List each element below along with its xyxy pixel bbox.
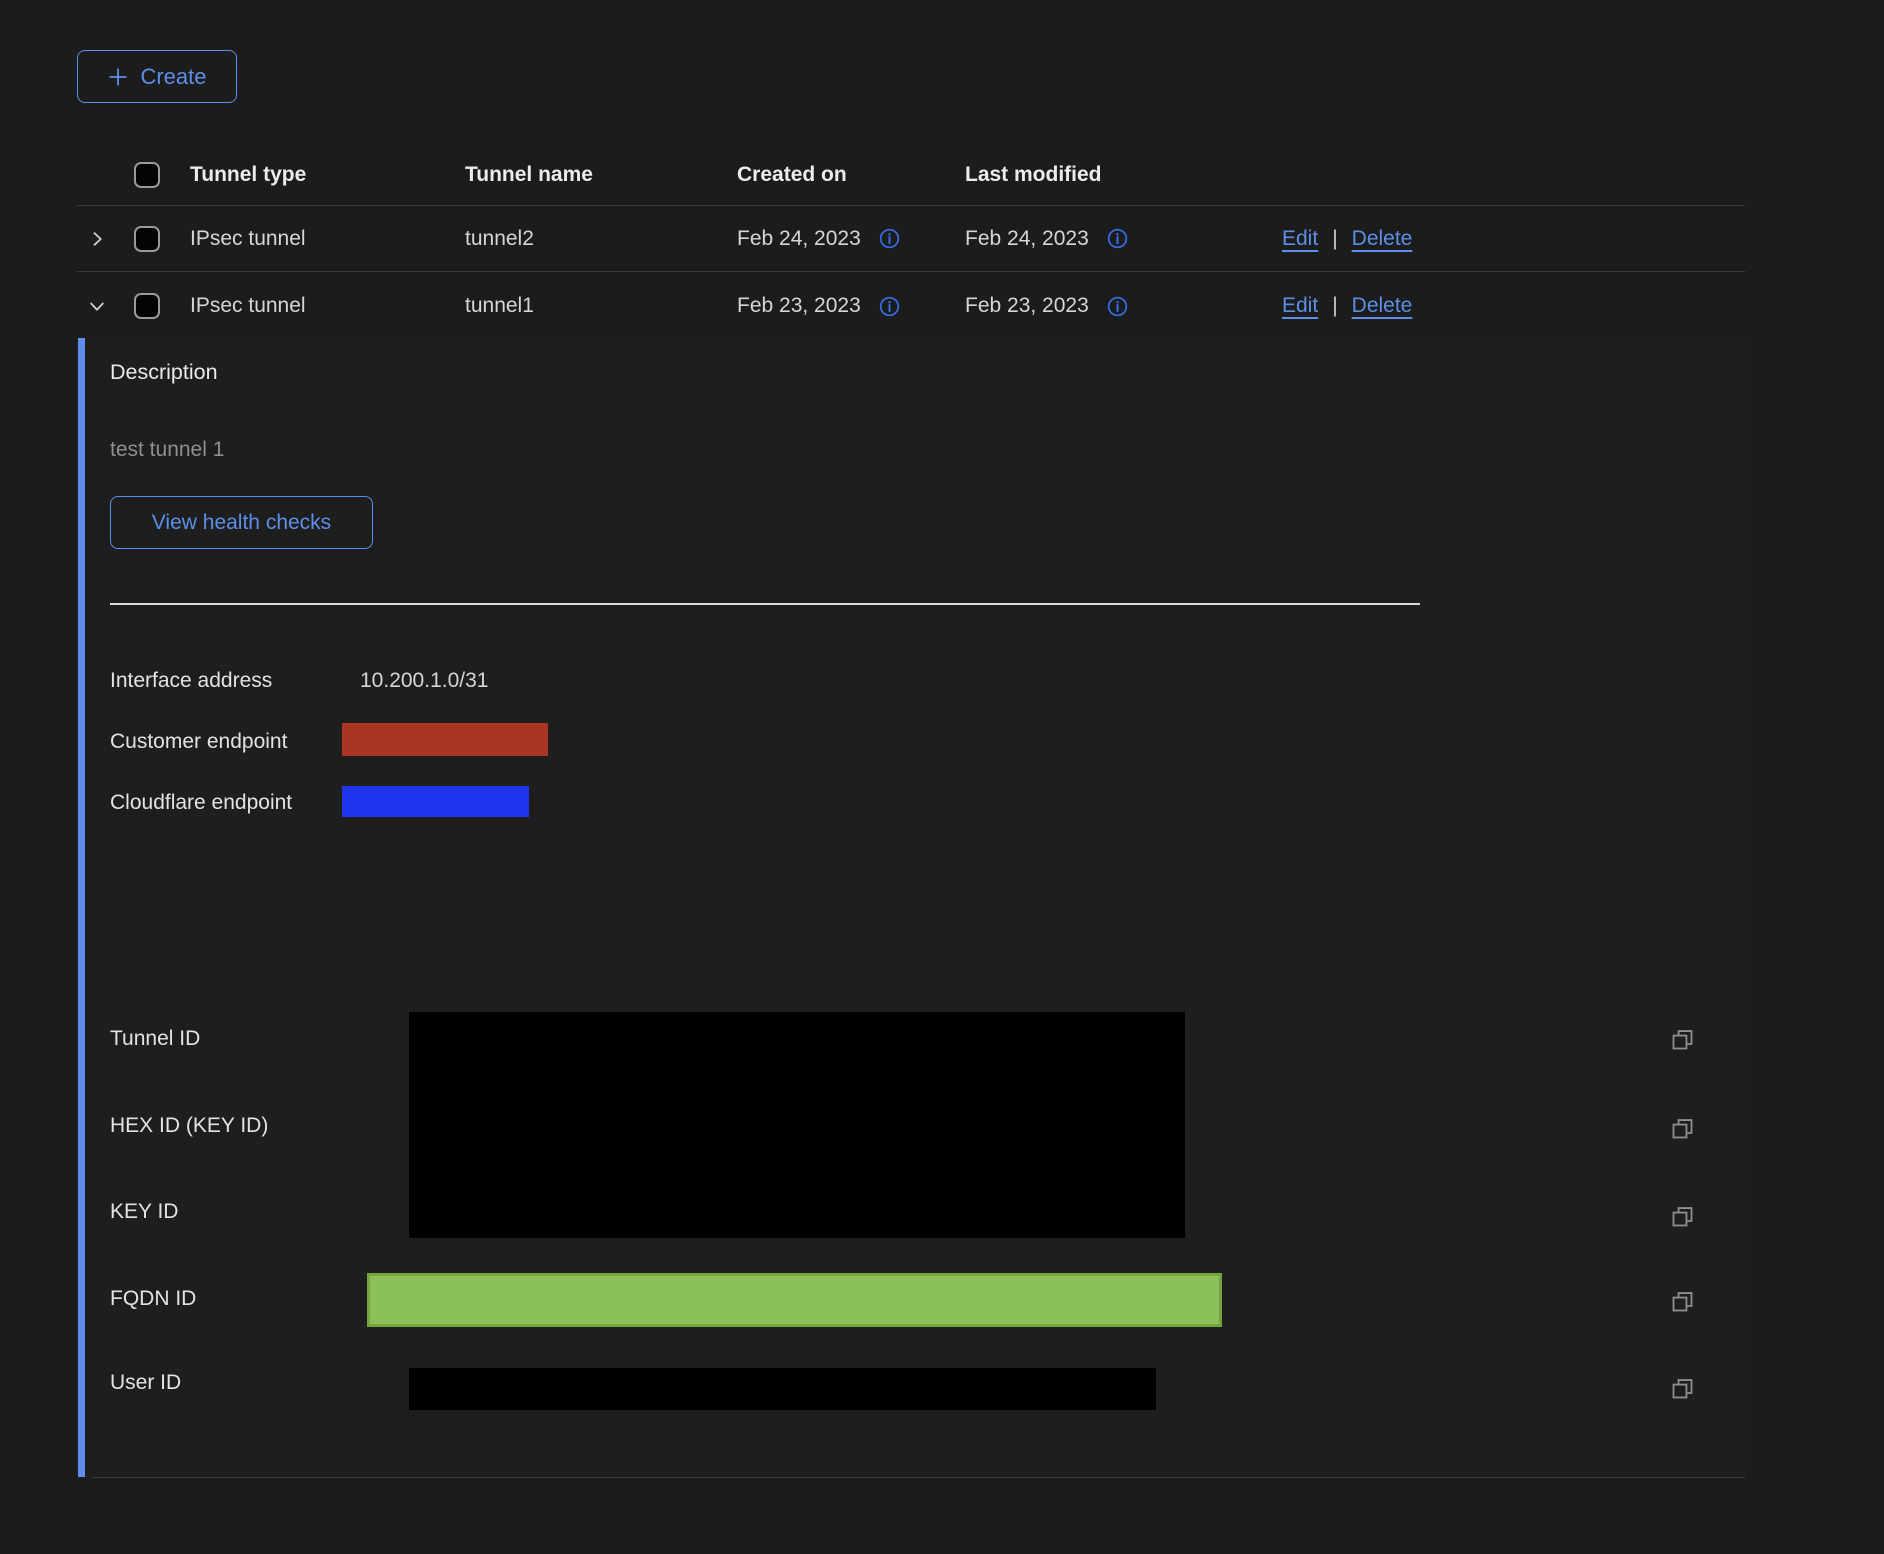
copy-fqdn-id-button[interactable]: [1669, 1288, 1696, 1315]
actions-separator: |: [1332, 227, 1337, 251]
section-divider: [110, 603, 1420, 605]
info-icon[interactable]: [879, 296, 900, 317]
tunnel-type-cell: IPsec tunnel: [190, 294, 465, 318]
delete-link[interactable]: Delete: [1352, 227, 1413, 251]
col-header-created-on: Created on: [737, 163, 965, 187]
copy-hex-id-button[interactable]: [1669, 1115, 1696, 1142]
interface-address-value: 10.200.1.0/31: [360, 668, 488, 693]
copy-icon: [1669, 1115, 1696, 1142]
tunnel-name-cell: tunnel1: [465, 294, 737, 318]
copy-icon: [1669, 1026, 1696, 1053]
chevron-right-icon: [87, 229, 107, 249]
customer-endpoint-label: Customer endpoint: [110, 729, 287, 754]
created-on-cell: Feb 23, 2023: [737, 294, 861, 318]
created-on-cell: Feb 24, 2023: [737, 227, 861, 251]
tunnel-id-label: Tunnel ID: [110, 1026, 200, 1051]
info-icon[interactable]: [879, 228, 900, 249]
fqdn-id-label: FQDN ID: [110, 1286, 196, 1311]
collapse-row-button[interactable]: [77, 296, 134, 316]
expanded-row-detail-panel: Description test tunnel 1 View health ch…: [77, 338, 1745, 1478]
table-header-row: Tunnel type Tunnel name Created on Last …: [77, 145, 1745, 206]
cloudflare-endpoint-label: Cloudflare endpoint: [110, 790, 292, 815]
expand-row-button[interactable]: [77, 229, 134, 249]
view-health-checks-button[interactable]: View health checks: [110, 496, 373, 549]
last-modified-cell: Feb 23, 2023: [965, 294, 1089, 318]
actions-separator: |: [1332, 294, 1337, 318]
col-header-last-modified: Last modified: [965, 163, 1282, 187]
panel-bottom-divider: [92, 1477, 1745, 1478]
fqdn-id-redaction: [367, 1273, 1222, 1327]
select-all-checkbox[interactable]: [134, 162, 160, 188]
user-id-redaction: [409, 1368, 1156, 1410]
tunnel-type-cell: IPsec tunnel: [190, 227, 465, 251]
cloudflare-endpoint-redaction: [342, 786, 529, 817]
row-checkbox[interactable]: [134, 226, 160, 252]
copy-icon: [1669, 1375, 1696, 1402]
create-button[interactable]: Create: [77, 50, 237, 103]
table-row: IPsec tunnel tunnel1 Feb 23, 2023 Feb 23…: [77, 272, 1745, 340]
info-icon[interactable]: [1107, 296, 1128, 317]
row-checkbox[interactable]: [134, 293, 160, 319]
copy-icon: [1669, 1288, 1696, 1315]
expanded-row-accent-bar: [78, 338, 85, 1477]
edit-link[interactable]: Edit: [1282, 294, 1318, 318]
tunnel-name-cell: tunnel2: [465, 227, 737, 251]
tunnels-page: Create Tunnel type Tunnel name Created o…: [0, 0, 1884, 1554]
create-button-label: Create: [140, 64, 206, 90]
ids-redaction: [409, 1012, 1185, 1238]
tunnels-table: Tunnel type Tunnel name Created on Last …: [77, 145, 1745, 340]
description-label: Description: [110, 360, 218, 385]
description-value: test tunnel 1: [110, 438, 224, 462]
delete-link[interactable]: Delete: [1352, 294, 1413, 318]
edit-link[interactable]: Edit: [1282, 227, 1318, 251]
customer-endpoint-redaction: [342, 723, 548, 756]
copy-icon: [1669, 1203, 1696, 1230]
copy-key-id-button[interactable]: [1669, 1203, 1696, 1230]
chevron-down-icon: [87, 296, 107, 316]
key-id-label: KEY ID: [110, 1199, 178, 1224]
info-icon[interactable]: [1107, 228, 1128, 249]
col-header-tunnel-name: Tunnel name: [465, 163, 737, 187]
interface-address-label: Interface address: [110, 668, 272, 693]
copy-tunnel-id-button[interactable]: [1669, 1026, 1696, 1053]
copy-user-id-button[interactable]: [1669, 1375, 1696, 1402]
hex-id-label: HEX ID (KEY ID): [110, 1113, 268, 1138]
col-header-tunnel-type: Tunnel type: [190, 163, 465, 187]
user-id-label: User ID: [110, 1370, 181, 1395]
last-modified-cell: Feb 24, 2023: [965, 227, 1089, 251]
table-row: IPsec tunnel tunnel2 Feb 24, 2023 Feb 24…: [77, 206, 1745, 272]
plus-icon: [107, 66, 129, 88]
